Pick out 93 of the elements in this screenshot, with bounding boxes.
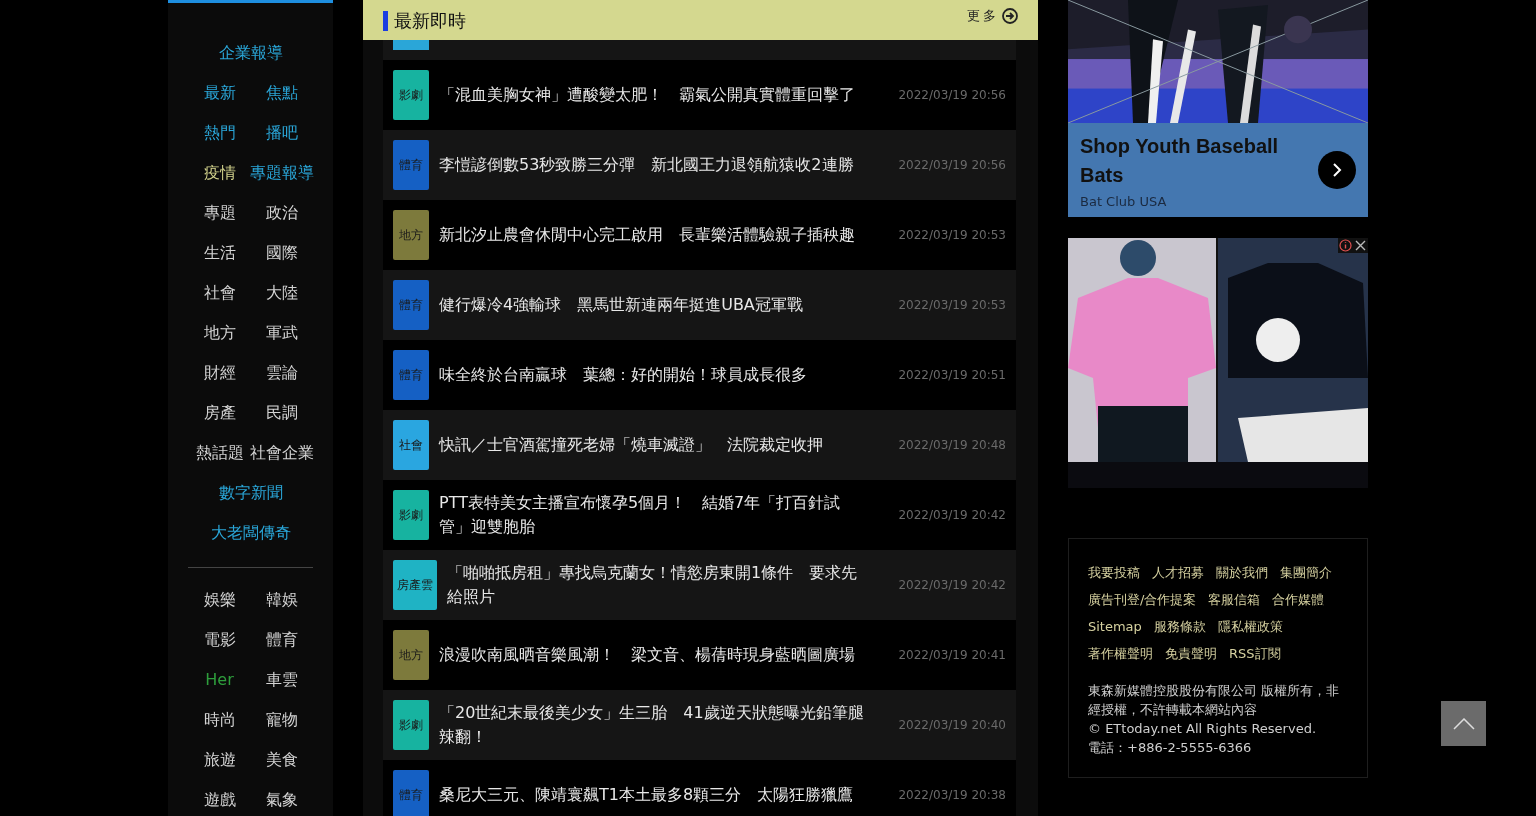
category-link[interactable]: 車雲 xyxy=(265,668,298,692)
category-link[interactable]: 專題報導 xyxy=(249,161,314,185)
info-icon xyxy=(1338,238,1353,253)
category-link[interactable]: 軍武 xyxy=(265,321,298,345)
footer-link[interactable]: 客服信箱 xyxy=(1208,590,1261,609)
category-link[interactable]: 社會 xyxy=(203,281,236,305)
category-link[interactable]: 房產 xyxy=(203,401,236,425)
timestamp: 2022/03/19 20:56 xyxy=(898,158,1006,172)
category-link[interactable]: 大老闆傳奇 xyxy=(210,521,291,545)
headline-link[interactable]: 「混血美胸女神」遭酸變太肥！ 霸氣公開真實體重回擊了 xyxy=(439,83,889,107)
headline-link[interactable]: 健行爆冷4強輸球 黑馬世新連兩年挺進UBA冠軍戰 xyxy=(439,293,889,317)
timestamp: 2022/03/19 20:38 xyxy=(898,788,1006,802)
timestamp: 2022/03/19 20:56 xyxy=(898,88,1006,102)
timestamp: 2022/03/19 20:53 xyxy=(898,298,1006,312)
section-title: 最新即時 xyxy=(383,11,466,31)
timestamp: 2022/03/19 20:51 xyxy=(898,368,1006,382)
copyright-text: 東森新媒體控股股份有限公司 版權所有，非經授權，不許轉載本網站內容 xyxy=(1088,682,1341,719)
category-link[interactable]: 體育 xyxy=(265,628,298,652)
copyright-text: 電話：+886-2-5555-6366 xyxy=(1088,739,1253,757)
category-link[interactable]: 地方 xyxy=(203,321,236,345)
category-link[interactable]: 韓娛 xyxy=(265,588,298,612)
timestamp: 2022/03/19 20:42 xyxy=(898,508,1006,522)
footer-link[interactable]: 隱私權政策 xyxy=(1217,617,1283,636)
footer-link[interactable]: 免責聲明 xyxy=(1165,644,1217,663)
category-tag[interactable]: 地方 xyxy=(393,210,429,260)
category-link[interactable]: 電影 xyxy=(203,628,236,652)
footer-link[interactable]: 廣告刊登/合作提案 xyxy=(1088,590,1197,609)
headline-link[interactable]: 味全終於台南贏球 葉總：好的開始！球員成長很多 xyxy=(439,363,889,387)
more-link[interactable]: 更多 xyxy=(967,7,1018,25)
category-link[interactable]: 企業報導 xyxy=(218,41,283,65)
category-link[interactable]: 寵物 xyxy=(265,708,298,732)
ad-banner[interactable]: Shop Youth Baseball Bats Bat Club USA xyxy=(1068,123,1368,217)
footer-link[interactable]: 合作媒體 xyxy=(1272,590,1325,609)
headline-link[interactable]: 快訊／士官酒駕撞死老婦「燒車滅證」 法院裁定收押 xyxy=(439,433,889,457)
category-link[interactable]: 政治 xyxy=(265,201,298,225)
category-link[interactable]: 娛樂 xyxy=(203,588,236,612)
headline-link[interactable]: 浪漫吹南風晒音樂風潮！ 梁文音、楊蒨時現身藍晒圖廣場 xyxy=(439,643,889,667)
footer-link[interactable]: 著作權聲明 xyxy=(1088,644,1153,663)
timestamp: 2022/03/19 20:42 xyxy=(898,578,1006,592)
category-tag[interactable]: 地方 xyxy=(393,630,429,680)
category-link[interactable]: 疫情 xyxy=(203,161,236,185)
headline-link[interactable]: 新北汐止農會休閒中心完工啟用 長輩樂活體驗親子插秧趣 xyxy=(439,223,889,247)
category-link[interactable]: 播吧 xyxy=(265,121,298,145)
ad-headline: Shop Youth Baseball Bats xyxy=(1080,133,1280,188)
category-link[interactable]: 遊戲 xyxy=(203,788,236,812)
footer-link[interactable]: 人才招募 xyxy=(1152,563,1204,582)
category-link[interactable]: 專題 xyxy=(203,201,236,225)
category-tag[interactable]: 社會 xyxy=(393,420,429,470)
timestamp: 2022/03/19 20:41 xyxy=(898,648,1006,662)
chevron-right-icon xyxy=(1330,162,1344,178)
category-link[interactable]: 旅遊 xyxy=(203,748,236,772)
footer-link[interactable]: 我要投稿 xyxy=(1088,563,1140,582)
footer-link[interactable]: 服務條款 xyxy=(1153,617,1206,636)
headline-link[interactable]: 「啪啪抵房租」專找烏克蘭女！情慾房東開1條件 要求先給照片 xyxy=(447,561,889,609)
headline-link[interactable]: 「20世紀末最後美少女」生三胎 41歲逆天狀態曝光鉛筆腿辣翻！ xyxy=(439,701,889,749)
arrow-circle-icon xyxy=(1002,8,1018,24)
category-link[interactable]: 最新 xyxy=(203,81,236,105)
headline-link[interactable]: 李愷諺倒數53秒致勝三分彈 新北國王力退領航猿收2連勝 xyxy=(439,153,889,177)
headline-link[interactable]: 桑尼大三元、陳靖寰飆T1本土最多8顆三分 太陽狂勝獵鷹 xyxy=(439,783,889,807)
category-tag[interactable]: 房產雲 xyxy=(393,560,437,610)
category-tag[interactable]: 影劇 xyxy=(393,490,429,540)
footer-link[interactable]: 關於我們 xyxy=(1216,563,1268,582)
category-link[interactable]: 熱話題 xyxy=(195,441,244,465)
category-link[interactable]: 國際 xyxy=(265,241,298,265)
close-button[interactable] xyxy=(1353,238,1368,253)
category-tag[interactable]: 影劇 xyxy=(393,70,429,120)
category-link[interactable]: 財經 xyxy=(203,361,236,385)
footer-link[interactable]: RSS訂閱 xyxy=(1229,644,1281,663)
ad-advertiser: Bat Club USA xyxy=(1080,193,1168,209)
category-link[interactable]: 社會企業 xyxy=(249,441,314,465)
chevron-up-icon xyxy=(1452,717,1475,730)
timestamp: 2022/03/19 20:53 xyxy=(898,228,1006,242)
category-link[interactable]: 時尚 xyxy=(203,708,236,732)
footer-link[interactable]: 集團簡介 xyxy=(1280,563,1332,582)
category-link[interactable]: 大陸 xyxy=(265,281,298,305)
category-tag[interactable]: 影劇 xyxy=(393,700,429,750)
close-icon xyxy=(1353,238,1368,253)
timestamp: 2022/03/19 20:48 xyxy=(898,438,1006,452)
category-link[interactable]: 美食 xyxy=(265,748,298,772)
category-link[interactable]: Her xyxy=(205,668,234,692)
footer-link[interactable]: Sitemap xyxy=(1088,617,1142,636)
category-link[interactable]: 數字新聞 xyxy=(218,481,283,505)
category-link[interactable]: 雲論 xyxy=(265,361,298,385)
copyright-text: © ETtoday.net All Rights Reserved. xyxy=(1088,720,1318,738)
category-link[interactable]: 生活 xyxy=(203,241,236,265)
timestamp: 2022/03/19 20:40 xyxy=(898,718,1006,732)
category-link[interactable]: 熱門 xyxy=(203,121,236,145)
next-button[interactable] xyxy=(1318,151,1356,189)
info-button[interactable] xyxy=(1338,238,1353,253)
category-link[interactable]: 民調 xyxy=(265,401,298,425)
headline-link[interactable]: PTT表特美女主播宣布懷孕5個月！ 結婚7年「打百針試管」迎雙胞胎 xyxy=(439,491,889,539)
category-link[interactable]: 氣象 xyxy=(265,788,298,812)
category-link[interactable]: 焦點 xyxy=(265,81,298,105)
